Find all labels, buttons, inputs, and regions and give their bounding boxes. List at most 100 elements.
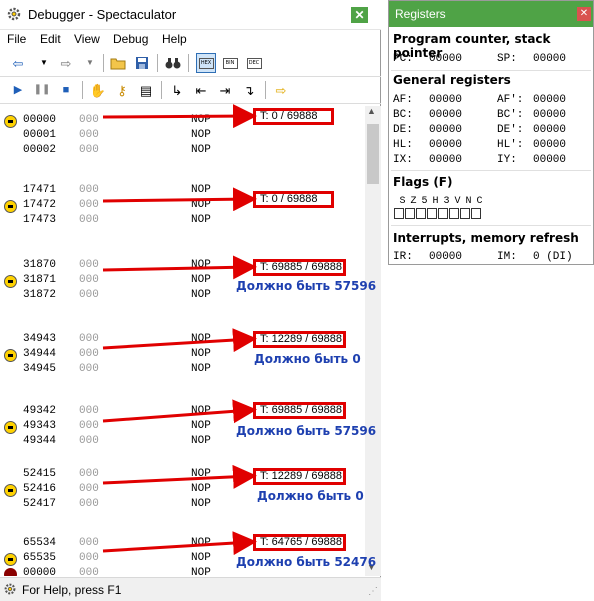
- register-value[interactable]: 00000: [533, 139, 566, 151]
- address: 49343: [23, 420, 57, 432]
- step-icon[interactable]: ⚷: [112, 80, 132, 100]
- stop-icon[interactable]: ■: [56, 80, 76, 100]
- hand-icon[interactable]: ✋: [88, 80, 108, 100]
- resize-grip-icon[interactable]: ⋰: [368, 586, 378, 597]
- close-button[interactable]: ✕: [351, 7, 368, 23]
- section-flags: Flags (F): [393, 175, 453, 189]
- disassembly-row[interactable]: 00002 000 NOP: [0, 144, 365, 159]
- register-value[interactable]: 00000: [533, 124, 566, 136]
- opcode-byte: 000: [79, 348, 99, 360]
- dec-view-icon[interactable]: DEC: [244, 53, 264, 73]
- status-text: For Help, press F1: [22, 583, 122, 597]
- flag-checkboxes: [394, 208, 482, 222]
- address: 31872: [23, 289, 57, 301]
- opcode-byte: 000: [79, 214, 99, 226]
- menu-edit[interactable]: Edit: [40, 32, 61, 46]
- run-to-icon[interactable]: ⇥: [215, 80, 235, 100]
- gear-icon: [7, 7, 21, 21]
- register-value[interactable]: 00000: [533, 154, 566, 166]
- save-icon[interactable]: [132, 53, 152, 73]
- flag-checkbox[interactable]: [416, 208, 426, 219]
- opcode-byte: 000: [79, 552, 99, 564]
- register-label: HL':: [497, 139, 524, 151]
- opcode-byte: 000: [79, 498, 99, 510]
- mnemonic: NOP: [191, 144, 211, 156]
- menu-debug[interactable]: Debug: [113, 32, 148, 46]
- flag-checkbox[interactable]: [460, 208, 470, 219]
- im-value[interactable]: 0 (DI): [533, 251, 573, 263]
- scroll-thumb[interactable]: [367, 124, 379, 184]
- disassembly-row[interactable]: 17473 000 NOP: [0, 214, 365, 229]
- address: 00000: [23, 114, 57, 126]
- address: 49342: [23, 405, 57, 417]
- flag-checkbox[interactable]: [449, 208, 459, 219]
- mnemonic: NOP: [191, 483, 211, 495]
- tstate-label: T: 12289 / 69888: [253, 331, 346, 348]
- breakpoint-icon[interactable]: [4, 568, 17, 576]
- registers-window: Registers ✕ Program counter, stack point…: [388, 0, 594, 265]
- find-binoculars-icon[interactable]: [163, 53, 183, 73]
- flag-label: 5: [421, 196, 428, 207]
- disassembly-row[interactable]: 00001 000 NOP: [0, 129, 365, 144]
- follow-pc-icon[interactable]: ⇨: [271, 80, 291, 100]
- pc-value[interactable]: 00000: [429, 53, 462, 65]
- flag-checkbox[interactable]: [471, 208, 481, 219]
- register-value[interactable]: 00000: [429, 94, 462, 106]
- register-value[interactable]: 00000: [429, 109, 462, 121]
- go-to-pc-icon[interactable]: ↴: [239, 80, 259, 100]
- main-toolbar: ⇦ ▼ ⇨ ▼ HEX BIN DEC: [0, 50, 381, 77]
- scroll-up-icon[interactable]: ▲: [367, 106, 376, 116]
- mnemonic: NOP: [191, 129, 211, 141]
- opcode-byte: 000: [79, 144, 99, 156]
- tstate-label: T: 64765 / 69888: [253, 534, 346, 551]
- expected-value-note: Должно быть 0: [254, 352, 361, 366]
- register-value[interactable]: 00000: [429, 139, 462, 151]
- register-value[interactable]: 00000: [429, 124, 462, 136]
- menu-file[interactable]: File: [7, 32, 26, 46]
- register-row: DE: 00000 DE': 00000: [393, 124, 593, 138]
- ir-value[interactable]: 00000: [429, 251, 462, 263]
- flag-checkbox[interactable]: [438, 208, 448, 219]
- address: 34944: [23, 348, 57, 360]
- register-row: AF: 00000 AF': 00000: [393, 94, 593, 108]
- address: 52415: [23, 468, 57, 480]
- section-general: General registers: [393, 73, 511, 87]
- forward-arrow-icon[interactable]: ⇨: [56, 53, 76, 73]
- ir-label: IR:: [393, 251, 413, 263]
- hex-view-icon[interactable]: HEX: [196, 53, 216, 73]
- register-value[interactable]: 00000: [429, 154, 462, 166]
- opcode-byte: 000: [79, 405, 99, 417]
- register-label: BC:: [393, 109, 413, 121]
- flag-checkbox[interactable]: [394, 208, 404, 219]
- register-value[interactable]: 00000: [533, 109, 566, 121]
- flag-label: S: [399, 196, 406, 207]
- run-icon[interactable]: ▶: [8, 80, 28, 100]
- dropdown-icon[interactable]: ▼: [34, 53, 54, 73]
- flag-checkbox[interactable]: [405, 208, 415, 219]
- pause-icon[interactable]: ❚❚: [32, 80, 52, 100]
- flag-bit-labels: SZ5H3VNC: [397, 196, 485, 207]
- debugger-window: Debugger - Spectaculator ✕ File Edit Vie…: [0, 0, 381, 601]
- opcode-byte: 000: [79, 483, 99, 495]
- mnemonic: NOP: [191, 537, 211, 549]
- mnemonic: NOP: [191, 114, 211, 126]
- menu-help[interactable]: Help: [162, 32, 187, 46]
- bin-view-icon[interactable]: BIN: [220, 53, 240, 73]
- expected-value-note: Должно быть 0: [257, 489, 364, 503]
- step-into-icon[interactable]: ↳: [167, 80, 187, 100]
- section-interrupts: Interrupts, memory refresh: [393, 231, 579, 245]
- register-value[interactable]: 00000: [533, 94, 566, 106]
- current-instruction-icon: [4, 115, 17, 128]
- step-out-icon[interactable]: ⇤: [191, 80, 211, 100]
- address: 31870: [23, 259, 57, 271]
- sp-value[interactable]: 00000: [533, 53, 566, 65]
- menu-view[interactable]: View: [74, 32, 100, 46]
- flag-checkbox[interactable]: [427, 208, 437, 219]
- close-button[interactable]: ✕: [577, 7, 591, 21]
- dropdown-icon[interactable]: ▼: [80, 53, 100, 73]
- vertical-scrollbar[interactable]: ▲ ▼: [365, 106, 381, 576]
- step-over-icon[interactable]: ▤: [136, 80, 156, 100]
- register-label: DE:: [393, 124, 413, 136]
- back-arrow-icon[interactable]: ⇦: [8, 53, 28, 73]
- open-folder-icon[interactable]: [108, 53, 128, 73]
